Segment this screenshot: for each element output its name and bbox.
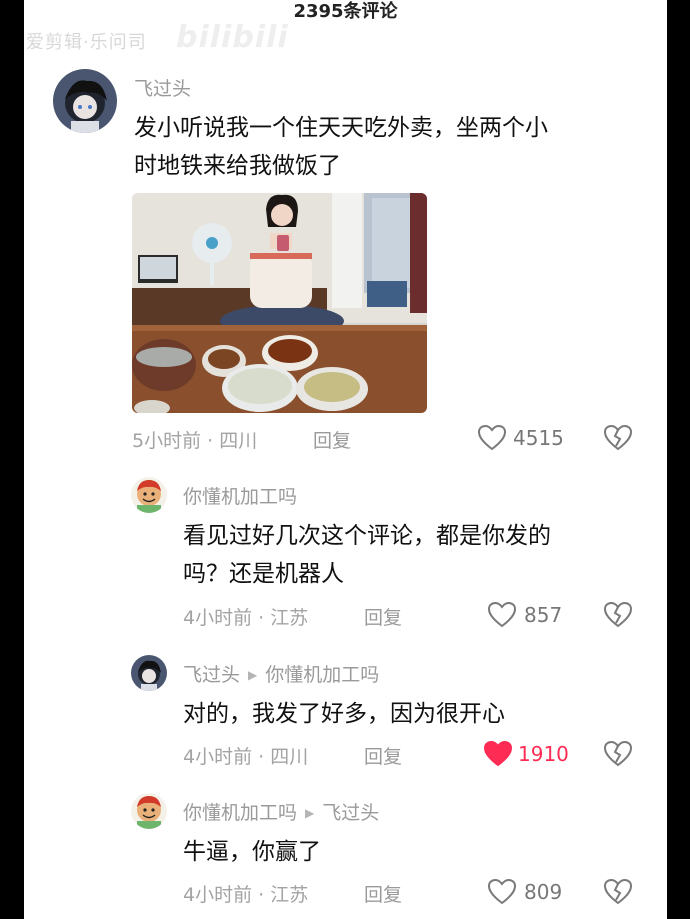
avatar[interactable] [53,69,117,133]
like-count: 809 [524,880,563,904]
like-count: 1910 [518,742,569,766]
reply-button[interactable]: 回复 [364,742,402,769]
comment-count-header: 2395条评论 [293,1,398,22]
reply-username[interactable]: 飞过头 [183,664,240,686]
comment-text-line: 时地铁来给我做饭了 [134,153,341,179]
reply-text: 对的，我发了好多，因为很开心 [183,695,505,733]
reply-username-line: 飞过头 ▶ 你懂机加工吗 [183,660,379,687]
reply-button[interactable]: 回复 [313,426,351,453]
heart-outline-icon[interactable] [477,424,507,452]
heart-outline-icon[interactable] [487,878,517,906]
broken-heart-icon[interactable] [603,424,633,452]
like-count: 857 [524,603,563,627]
reply-username-line: 你懂机加工吗 ▶ 飞过头 [183,798,379,825]
broken-heart-icon[interactable] [603,878,633,906]
reply-time-location: 4小时前 · 江苏 [183,884,309,906]
avatar[interactable] [131,477,167,513]
comment-username[interactable]: 飞过头 [134,74,191,101]
reply-button[interactable]: 回复 [364,880,402,907]
reply-to-username[interactable]: 飞过头 [322,802,379,824]
reply-username[interactable]: 你懂机加工吗 [183,802,297,824]
comments-panel: 2395条评论 爱剪辑·乐问司 bilibili 飞过头 发小听说我一个住天天吃… [24,0,667,919]
comment-time-location: 5小时前 · 四川 [132,430,258,452]
reply-button[interactable]: 回复 [364,603,402,630]
reply-username[interactable]: 你懂机加工吗 [183,482,297,509]
reply-text: 牛逼，你赢了 [183,833,321,871]
reply-text-line: 吗？还是机器人 [183,561,344,587]
reply-time-location: 4小时前 · 江苏 [183,607,309,629]
reply-to-username[interactable]: 你懂机加工吗 [265,664,379,686]
like-count: 4515 [513,426,564,450]
avatar[interactable] [131,655,167,691]
reply-time-location: 4小时前 · 四川 [183,746,309,768]
heart-outline-icon[interactable] [487,601,517,629]
reply-text-line: 牛逼，你赢了 [183,839,321,865]
heart-filled-icon[interactable] [483,740,513,768]
comment-text: 发小听说我一个住天天吃外卖，坐两个小 时地铁来给我做饭了 [134,109,548,185]
reply-arrow-icon: ▶ [248,668,258,682]
reply-text: 看见过好几次这个评论，都是你发的 吗？还是机器人 [183,517,551,593]
broken-heart-icon[interactable] [603,740,633,768]
watermark-logo: bilibili [176,20,289,55]
reply-arrow-icon: ▶ [305,806,315,820]
reply-text-line: 对的，我发了好多，因为很开心 [183,701,505,727]
comment-text-line: 发小听说我一个住天天吃外卖，坐两个小 [134,115,548,141]
watermark-text: 爱剪辑·乐问司 [26,32,147,53]
reply-text-line: 看见过好几次这个评论，都是你发的 [183,523,551,549]
avatar[interactable] [131,793,167,829]
comment-photo[interactable] [132,193,427,413]
broken-heart-icon[interactable] [603,601,633,629]
